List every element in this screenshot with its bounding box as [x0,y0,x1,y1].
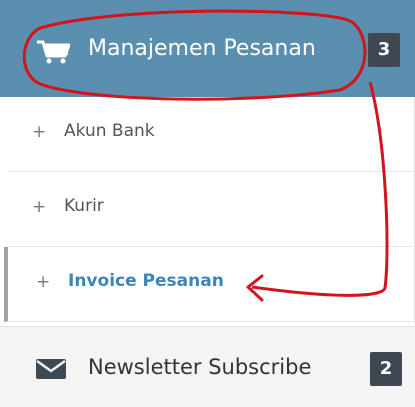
sidebar-menu: Manajemen Pesanan 3 + Akun Bank + Kurir … [0,0,415,407]
submenu-item-label: Akun Bank [64,121,155,141]
shopping-cart-icon [37,40,70,64]
submenu: + Akun Bank + Kurir + Invoice Pesanan [0,97,415,324]
submenu-item-label: Invoice Pesanan [68,271,224,291]
submenu-item-kurir[interactable]: + Kurir [8,172,413,247]
plus-icon: + [36,272,51,292]
menu-header-manajemen-pesanan[interactable]: Manajemen Pesanan 3 [0,0,415,97]
submenu-item-label: Kurir [64,196,104,216]
menu-header-title: Newsletter Subscribe [88,355,312,379]
plus-icon: + [32,122,47,142]
menu-header-title: Manajemen Pesanan [88,36,316,61]
plus-icon: + [32,197,47,217]
envelope-icon [36,359,66,379]
count-badge: 3 [368,33,400,67]
menu-header-newsletter-subscribe[interactable]: Newsletter Subscribe 2 [0,326,415,407]
submenu-item-akun-bank[interactable]: + Akun Bank [8,97,413,172]
submenu-item-invoice-pesanan[interactable]: + Invoice Pesanan [4,247,413,322]
count-badge: 2 [370,352,402,386]
